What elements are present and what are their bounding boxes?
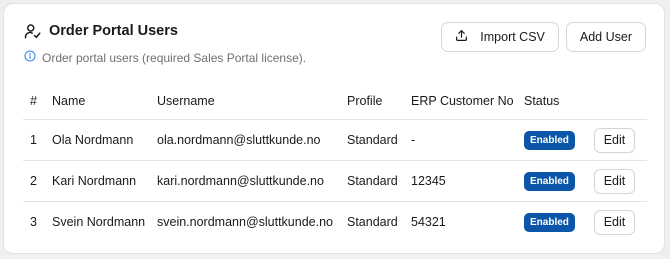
- row-profile: Standard: [347, 160, 411, 202]
- edit-button[interactable]: Edit: [594, 168, 635, 194]
- users-table: # Name Username Profile ERP Customer No …: [23, 82, 647, 242]
- title-row: Order Portal Users: [24, 22, 306, 40]
- card-header: Order Portal Users Order portal users (r…: [24, 22, 306, 67]
- users-card: Order Portal Users Order portal users (r…: [3, 3, 665, 254]
- user-check-icon: [24, 22, 42, 40]
- status-badge: Enabled: [524, 171, 575, 191]
- row-number: 2: [23, 160, 52, 202]
- row-erp-customer-no: 12345: [411, 160, 524, 202]
- header-actions: Import CSV Add User: [441, 22, 646, 52]
- table-row: 3 Svein Nordmann svein.nordmann@sluttkun…: [23, 202, 647, 243]
- row-erp-customer-no: 54321: [411, 215, 446, 229]
- row-number: 3: [30, 215, 37, 229]
- row-status: Enabled: [524, 202, 594, 243]
- table-row: 1 Ola Nordmann ola.nordmann@sluttkunde.n…: [23, 119, 647, 161]
- row-username: ola.nordmann@sluttkunde.no: [157, 119, 347, 161]
- row-profile: Standard: [347, 119, 411, 161]
- row-actions: Edit: [594, 160, 647, 202]
- row-actions: Edit: [594, 119, 647, 161]
- column-header-name: Name: [52, 82, 157, 120]
- page-subtitle: Order portal users (required Sales Porta…: [42, 51, 307, 65]
- column-header-profile: Profile: [347, 82, 411, 120]
- row-actions: Edit: [594, 202, 647, 243]
- row-erp-customer-no: -: [411, 119, 524, 161]
- edit-button[interactable]: Edit: [594, 209, 635, 235]
- row-profile: Standard: [347, 215, 398, 229]
- column-header-erp-customer-no: ERP Customer No: [411, 82, 524, 120]
- row-name: Svein Nordmann: [52, 215, 146, 229]
- add-user-button[interactable]: Add User: [565, 22, 646, 52]
- table-row: 2 Kari Nordmann kari.nordmann@sluttkunde…: [23, 160, 647, 202]
- column-header-number: #: [23, 82, 52, 120]
- info-icon: [24, 49, 36, 67]
- row-username: kari.nordmann@sluttkunde.no: [157, 160, 347, 202]
- row-status: Enabled: [524, 119, 594, 161]
- row-name: Ola Nordmann: [52, 119, 157, 161]
- subtitle-row: Order portal users (required Sales Porta…: [24, 49, 306, 67]
- add-user-label: Add User: [579, 30, 632, 44]
- import-csv-button[interactable]: Import CSV: [441, 22, 559, 52]
- row-name: Kari Nordmann: [52, 160, 157, 202]
- page-title: Order Portal Users: [49, 23, 178, 39]
- row-status: Enabled: [524, 160, 594, 202]
- import-csv-label: Import CSV: [480, 30, 545, 44]
- row-number: 1: [23, 119, 52, 161]
- row-username: svein.nordmann@sluttkunde.no: [157, 215, 333, 229]
- edit-button[interactable]: Edit: [594, 127, 635, 153]
- column-header-actions: [594, 82, 647, 120]
- status-badge: Enabled: [524, 212, 575, 232]
- upload-icon: [455, 29, 468, 45]
- column-header-status: Status: [524, 82, 594, 120]
- status-badge: Enabled: [524, 130, 575, 150]
- table-header-row: # Name Username Profile ERP Customer No …: [23, 82, 647, 120]
- column-header-username: Username: [157, 82, 347, 120]
